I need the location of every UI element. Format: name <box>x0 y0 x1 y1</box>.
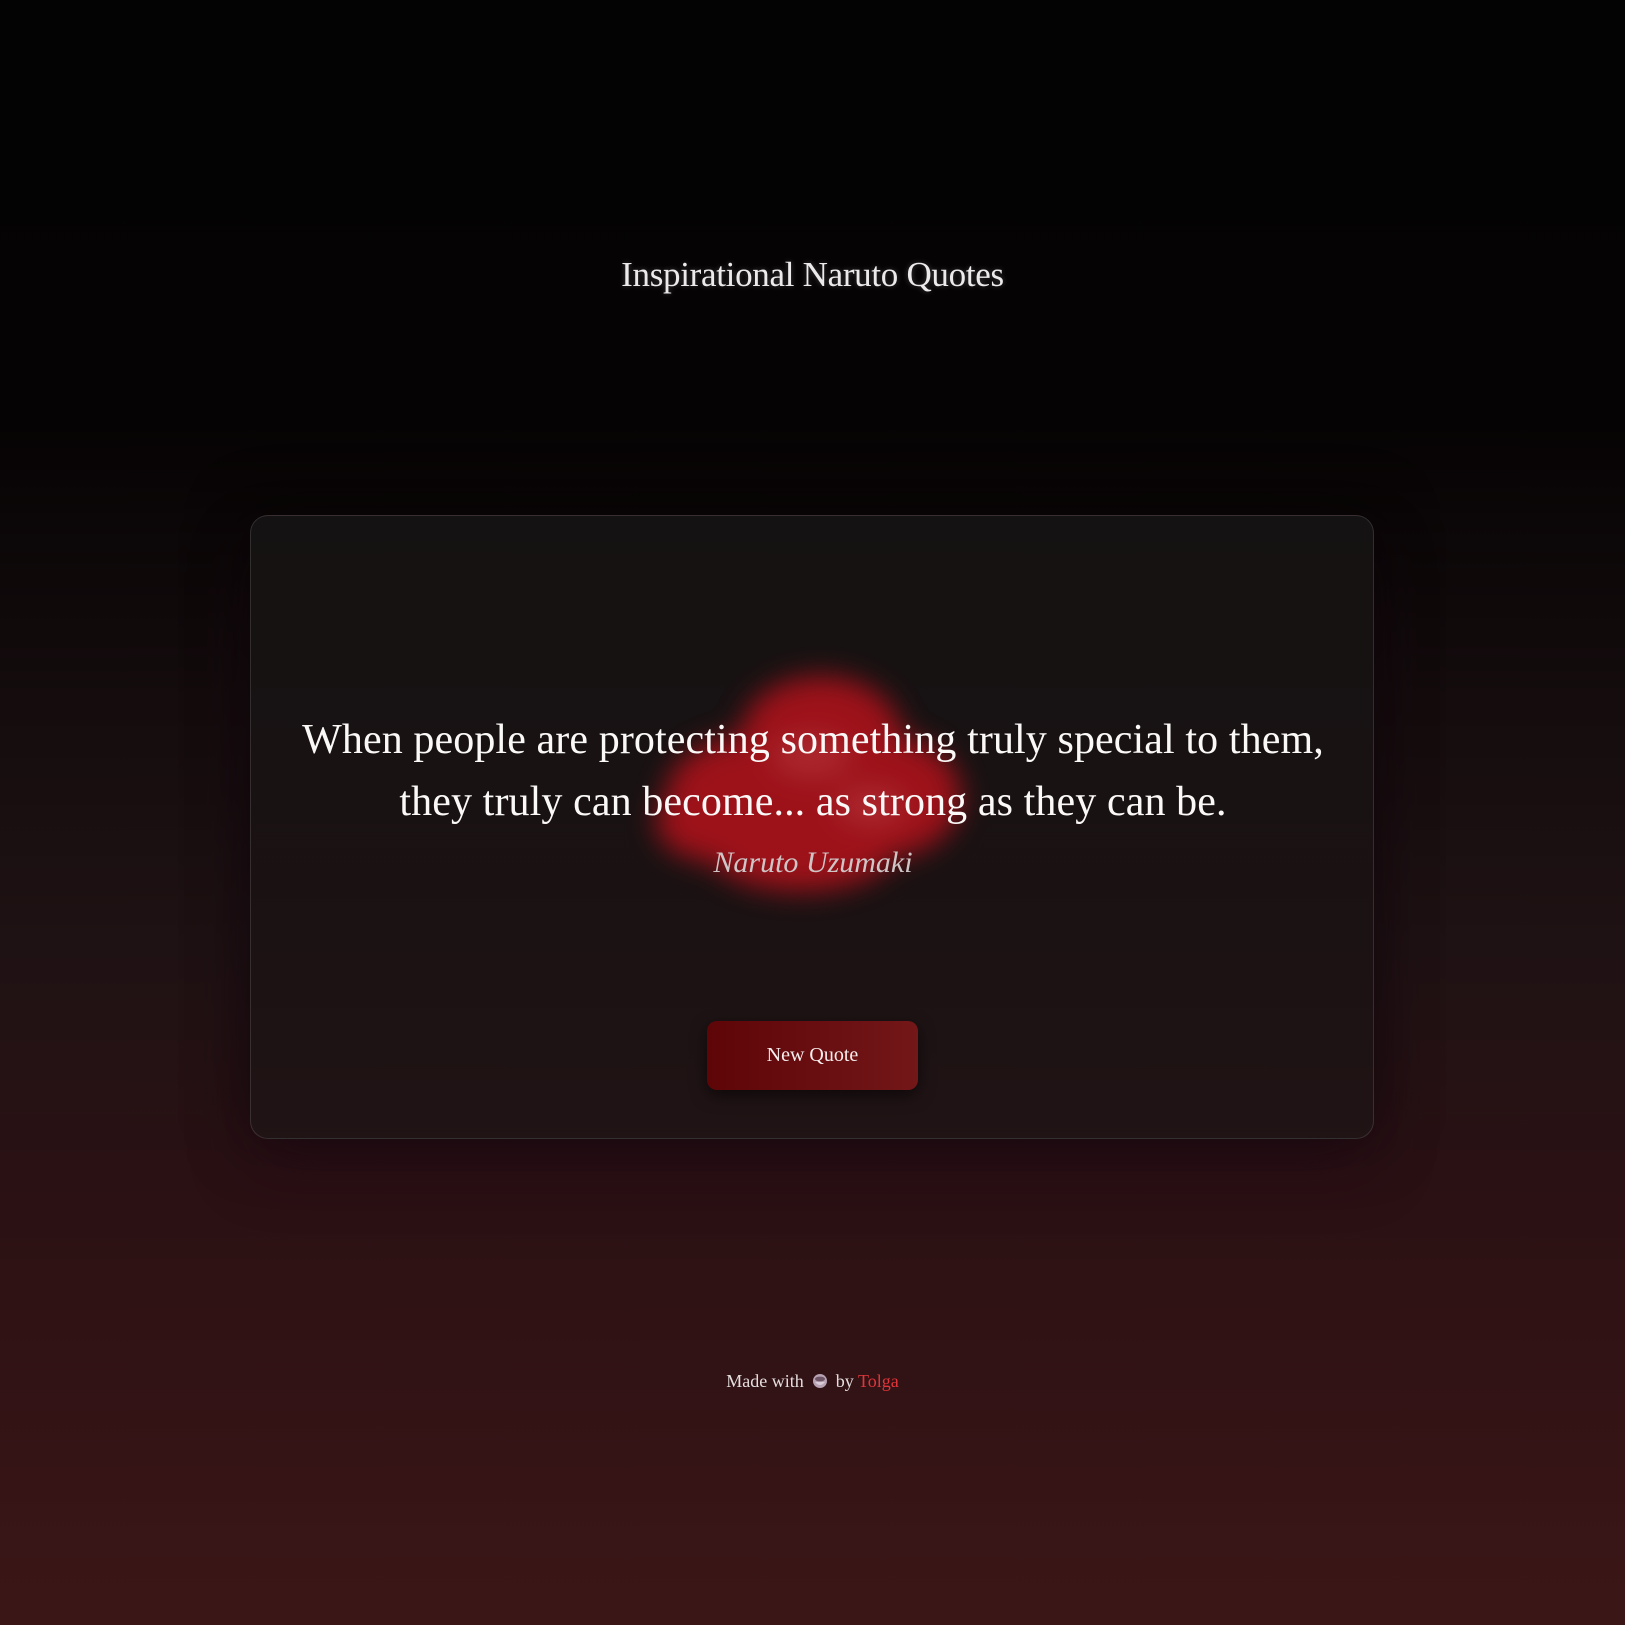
new-quote-button[interactable]: New Quote <box>707 1021 918 1090</box>
footer-by: by <box>835 1371 854 1391</box>
coffee-icon <box>812 1374 827 1388</box>
quote-text: When people are protecting something tru… <box>302 717 1324 825</box>
quote-card: When people are protecting something tru… <box>250 515 1374 1139</box>
footer: Made with by Tolga <box>0 1371 1625 1392</box>
quote-author: Naruto Uzumaki <box>713 846 913 879</box>
page-title: Inspirational Naruto Quotes <box>621 255 1004 295</box>
author-link[interactable]: Tolga <box>858 1371 899 1391</box>
footer-prefix: Made with <box>726 1371 804 1391</box>
